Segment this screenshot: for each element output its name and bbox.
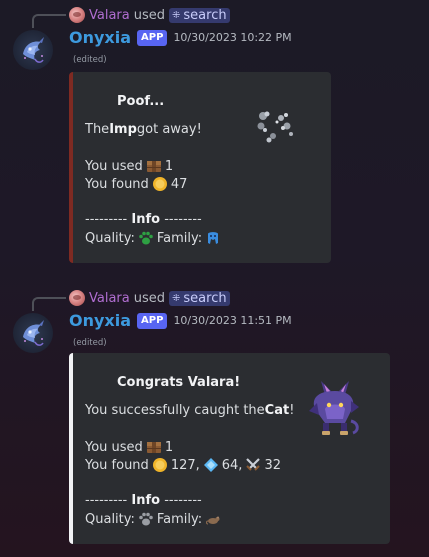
found-label: You found — [85, 176, 149, 192]
embed-title: Congrats Valara! — [117, 375, 241, 390]
gray-paw-icon — [139, 512, 153, 526]
info-label: Info — [131, 493, 161, 508]
author-name[interactable]: Onyxia — [69, 311, 131, 330]
found-gems: 64, — [221, 457, 243, 473]
embed-quality-line: Quality: Family: — [85, 230, 224, 246]
found-coins: 127, — [170, 457, 200, 473]
info-label: Info — [131, 212, 161, 227]
app-badge: APP — [137, 312, 168, 329]
app-badge: APP — [137, 29, 168, 46]
timestamp[interactable]: 10/30/2023 10:22 PM — [173, 31, 291, 44]
found-label: You found — [85, 457, 149, 473]
reply-username[interactable]: Valara — [89, 291, 130, 306]
embed: Poof... The Imp got away! You used 1 You… — [69, 72, 331, 263]
embed: Congrats Valara! You successfully caught… — [69, 353, 390, 544]
embed-result-line: The Imp got away! — [85, 122, 202, 137]
used-label: You used — [85, 158, 143, 174]
gold-coin-icon — [152, 458, 167, 472]
divider-left: --------- — [85, 493, 128, 508]
family-label: Family: — [156, 511, 203, 527]
result-text: The — [85, 122, 110, 137]
wooden-crate-icon — [146, 161, 161, 172]
timestamp[interactable]: 10/30/2023 11:51 PM — [173, 314, 291, 327]
author-name[interactable]: Onyxia — [69, 28, 131, 47]
message-header: Onyxia APP 10/30/2023 10:22 PM — [69, 28, 292, 47]
slash-command-mention[interactable]: ⁜ search — [169, 7, 230, 23]
embed-used-line: You used 1 — [85, 439, 173, 455]
embed-quality-line: Quality: Family: — [85, 511, 224, 527]
result-text: You successfully caught the — [85, 403, 265, 418]
slash-command-icon: ⁜ — [172, 292, 181, 304]
quality-label: Quality: — [85, 511, 135, 527]
slash-command-mention[interactable]: ⁜ search — [169, 290, 230, 306]
gold-coin-icon — [152, 177, 167, 191]
slash-command-name: search — [183, 7, 227, 23]
embed-found-line: You found 127, 64, 32 — [85, 457, 281, 473]
reply-used-text: used — [133, 290, 166, 306]
embed-found-line: You found 47 — [85, 176, 187, 192]
edited-label: (edited) — [73, 338, 107, 348]
embed-info-divider: --------- Info -------- — [85, 493, 202, 508]
reply-content[interactable]: Valara used ⁜ search — [69, 7, 230, 23]
found-coins: 47 — [170, 176, 188, 192]
creature-name: Cat — [264, 403, 290, 418]
divider-right: -------- — [164, 493, 202, 508]
reply-avatar[interactable] — [69, 290, 85, 306]
embed-info-divider: --------- Info -------- — [85, 212, 202, 227]
slash-command-icon: ⁜ — [172, 9, 181, 21]
avatar[interactable] — [13, 30, 53, 70]
embed-used-line: You used 1 — [85, 158, 173, 174]
blue-mask-icon — [208, 232, 219, 244]
dust-cloud-image[interactable] — [253, 106, 303, 146]
rat-icon — [206, 516, 220, 525]
green-paw-icon — [139, 231, 153, 245]
reply-connector-line — [32, 297, 66, 311]
dragon-avatar-icon — [23, 37, 44, 63]
reply-avatar[interactable] — [69, 7, 85, 23]
crossed-swords-icon — [246, 458, 261, 471]
dragon-avatar-icon — [23, 320, 44, 346]
result-text-end: got away! — [136, 122, 202, 137]
wooden-crate-icon — [146, 442, 161, 453]
reply-used-text: used — [133, 7, 166, 23]
embed-title: Poof... — [117, 94, 165, 109]
reply-username[interactable]: Valara — [89, 8, 130, 23]
avatar[interactable] — [13, 313, 53, 353]
embed-result-line: You successfully caught the Cat! — [85, 403, 294, 418]
used-count: 1 — [164, 439, 174, 455]
purple-cat-creature-image[interactable] — [307, 379, 361, 439]
quality-label: Quality: — [85, 230, 135, 246]
message-header: Onyxia APP 10/30/2023 11:51 PM — [69, 311, 292, 330]
used-label: You used — [85, 439, 143, 455]
blue-gem-icon — [203, 458, 218, 472]
reply-connector-line — [32, 14, 66, 28]
used-count: 1 — [164, 158, 174, 174]
slash-command-name: search — [183, 290, 227, 306]
found-swords: 32 — [264, 457, 281, 473]
reply-content[interactable]: Valara used ⁜ search — [69, 290, 230, 306]
divider-left: --------- — [85, 212, 128, 227]
divider-right: -------- — [164, 212, 202, 227]
creature-name: Imp — [109, 122, 137, 137]
result-text-end: ! — [289, 403, 295, 418]
family-label: Family: — [156, 230, 203, 246]
edited-label: (edited) — [73, 55, 107, 65]
